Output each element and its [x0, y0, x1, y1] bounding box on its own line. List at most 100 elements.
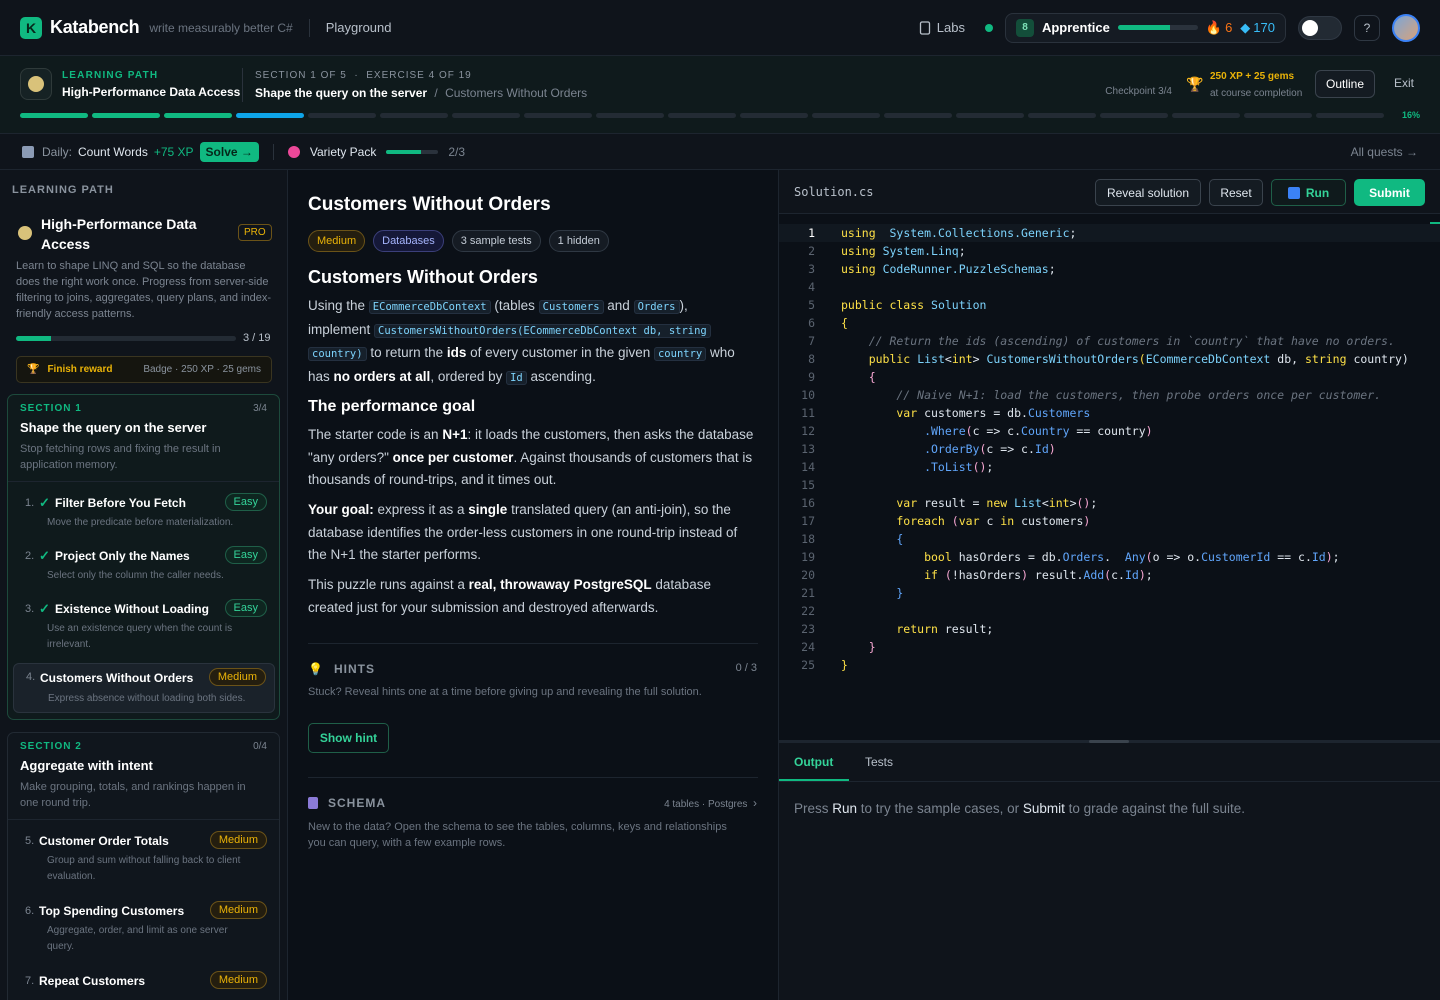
chevron-right-icon: › [753, 796, 757, 810]
exercise-item[interactable]: 2. ✓ Project Only the Names Easy Select … [13, 546, 275, 590]
quest-bar: Daily: Count Words +75 XP Solve → Variet… [0, 134, 1440, 170]
finish-reward-label: Finish reward [47, 364, 113, 375]
exercise-item[interactable]: 1. ✓ Filter Before You Fetch Easy Move t… [13, 493, 275, 537]
code-text: .ToList(); [841, 460, 994, 474]
path-compass-icon [20, 68, 52, 100]
tab-output[interactable]: Output [794, 755, 833, 769]
nav-playground[interactable]: Playground [326, 20, 392, 35]
section-exercise-label: SECTION 1 OF 5 · EXERCISE 4 OF 19 [255, 70, 472, 81]
exercise-item[interactable]: 6. Top Spending Customers Medium Aggrega… [13, 901, 275, 957]
line-number: 14 [801, 460, 815, 474]
line-number: 7 [808, 334, 815, 348]
code-text: using CodeRunner.PuzzleSchemas; [841, 262, 1056, 276]
inline-code: Id [506, 370, 527, 385]
compass-icon [18, 226, 32, 240]
progress-segment [740, 113, 808, 118]
labs-link[interactable]: Labs [919, 20, 965, 35]
progress-segment [956, 113, 1024, 118]
code-line: 24 } [779, 638, 1440, 656]
file-tab[interactable]: Solution.cs [794, 185, 873, 199]
progress-segment [92, 113, 160, 118]
reveal-solution-button[interactable]: Reveal solution [1095, 179, 1201, 206]
category-tag[interactable]: Databases [373, 230, 444, 252]
code-line: 10 // Naive N+1: load the customers, the… [779, 386, 1440, 404]
theme-toggle[interactable] [1298, 15, 1342, 40]
exercise-number: 4. [26, 671, 36, 683]
outline-button[interactable]: Outline [1315, 70, 1375, 98]
editor-toolbar: Solution.cs Reveal solution Reset Run Su… [779, 170, 1440, 214]
line-number: 3 [808, 262, 815, 276]
line-number: 21 [801, 586, 815, 600]
sidebar-progress-count: 3 / 19 [243, 332, 271, 344]
logo-icon[interactable]: K [20, 16, 42, 39]
exercise-title: Customer Order Totals [39, 834, 169, 848]
path-title[interactable]: High-Performance Data Access [62, 85, 240, 99]
exercise-item[interactable]: 7. Repeat Customers Medium [13, 971, 275, 1000]
code-line: 23 return result; [779, 620, 1440, 638]
path-header: LEARNING PATH High-Performance Data Acce… [0, 56, 1440, 134]
line-number: 9 [808, 370, 815, 384]
hidden-tests-tag: 1 hidden [548, 230, 609, 252]
progress-segment [596, 113, 664, 118]
pro-badge: PRO [238, 224, 272, 241]
schema-meta[interactable]: 4 tables · Postgres › [664, 796, 757, 810]
exercise-item[interactable]: 5. Customer Order Totals Medium Group an… [13, 831, 275, 887]
exercise-number: 2. [25, 550, 35, 562]
trophy-icon: 🏆 [27, 364, 40, 375]
check-icon: ✓ [39, 495, 50, 510]
difficulty-badge: Medium [209, 971, 267, 989]
brand-name[interactable]: Katabench [50, 17, 140, 38]
goal-para-2: Your goal: express it as a single transl… [308, 502, 738, 562]
progress-segment [1100, 113, 1168, 118]
code-text: var result = new List<int>(); [841, 496, 1098, 510]
reset-button[interactable]: Reset [1209, 179, 1263, 206]
hints-header[interactable]: 💡 HINTS [308, 662, 375, 676]
daily-quest-name: Count Words [78, 144, 148, 159]
code-text: using System.Collections.Generic; [841, 226, 1077, 240]
code-text: } [841, 658, 848, 672]
goal-para-3: This puzzle runs against a real, throwaw… [308, 577, 711, 615]
exercise-desc: Move the predicate before materializatio… [47, 517, 234, 528]
exercise-item-active[interactable]: 4. Customers Without Orders Medium Expre… [13, 663, 275, 713]
line-number: 22 [801, 604, 815, 618]
section-card-2[interactable]: SECTION 2 0/4 Aggregate with intent Make… [7, 732, 280, 1000]
progress-segment [452, 113, 520, 118]
avatar[interactable] [1392, 13, 1420, 42]
path-progress-bar [20, 113, 1384, 118]
exercise-item[interactable]: 3. ✓ Existence Without Loading Easy Use … [13, 599, 275, 655]
breadcrumb-section[interactable]: Shape the query on the server [255, 86, 427, 100]
help-button[interactable]: ? [1354, 14, 1380, 41]
code-text: foreach (var c in customers) [841, 514, 1091, 528]
sample-tests-tag: 3 sample tests [451, 230, 541, 252]
exit-button[interactable]: Exit [1394, 76, 1414, 90]
difficulty-badge: Medium [209, 901, 267, 919]
run-button[interactable]: Run [1271, 179, 1346, 206]
line-number: 6 [808, 316, 815, 330]
flask-icon [919, 20, 930, 35]
line-number: 15 [801, 478, 815, 492]
play-icon [1287, 186, 1300, 199]
code-text: bool hasOrders = db.Orders. Any(o => o.C… [841, 550, 1340, 564]
flame-icon: 🔥 [1205, 19, 1223, 35]
section-name: Shape the query on the server [20, 420, 207, 435]
exercise-desc: Aggregate, order, and limit as one serve… [47, 925, 228, 952]
exercise-title: Customers Without Orders [40, 671, 194, 685]
line-number: 20 [801, 568, 815, 582]
tab-tests[interactable]: Tests [865, 755, 893, 769]
problem-statement: Using the ECommerceDbContext (tables Cus… [308, 298, 735, 385]
progress-segment [668, 113, 736, 118]
hints-label: HINTS [333, 662, 375, 676]
submit-button[interactable]: Submit [1354, 179, 1425, 206]
line-number: 16 [801, 496, 815, 510]
schema-header[interactable]: SCHEMA [308, 796, 386, 810]
goal-heading: The performance goal [308, 398, 476, 415]
section-card-1[interactable]: SECTION 1 3/4 Shape the query on the ser… [7, 394, 280, 720]
problem-tags: Medium Databases 3 sample tests 1 hidden [308, 230, 609, 252]
progress-segment [236, 113, 304, 118]
solve-button[interactable]: Solve → [199, 141, 259, 162]
show-hint-button[interactable]: Show hint [308, 723, 389, 753]
all-quests-link[interactable]: All quests → [1351, 145, 1418, 159]
trophy-icon: 🏆 [1186, 76, 1204, 92]
rank-widget[interactable]: 8 Apprentice 🔥 6 ◆ 170 [1004, 12, 1286, 43]
daily-label: Daily: [42, 144, 73, 159]
